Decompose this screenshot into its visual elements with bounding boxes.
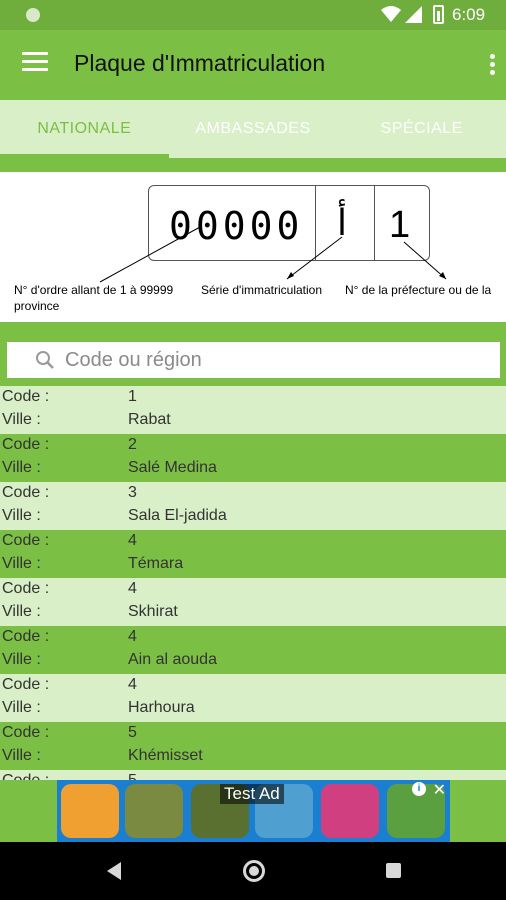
status-time: 6:09 xyxy=(452,5,486,24)
list-item[interactable]: Code :3 Ville : Sala El-jadida xyxy=(0,482,506,530)
item-ville: Skhirat xyxy=(128,603,178,620)
list-item[interactable]: Code :4 Ville : Harhoura xyxy=(0,674,506,722)
battery-icon xyxy=(433,5,444,24)
item-code: 2 xyxy=(128,436,137,453)
signal-icon xyxy=(405,6,422,23)
app-bar: Plaque d'Immatriculation xyxy=(0,30,506,100)
item-ville: Rabat xyxy=(128,411,171,428)
item-code: 4 xyxy=(128,580,137,597)
ad-game-icon xyxy=(61,784,119,838)
list-item[interactable]: Code :4 Ville : Skhirat xyxy=(0,578,506,626)
notification-icon xyxy=(26,8,40,22)
item-code: 4 xyxy=(128,676,137,693)
overflow-menu-icon[interactable] xyxy=(486,54,498,78)
tab-bar: NATIONALE AMBASSADES SPÉCIALE xyxy=(0,100,506,158)
ad-game-icon xyxy=(321,784,379,838)
plate-diagram: 00000 أ 1 N° d'ordre allant de 1 à 99999… xyxy=(0,172,506,322)
item-ville: Harhoura xyxy=(128,699,195,716)
list-item[interactable]: Code :4 Ville : Ain al aouda xyxy=(0,626,506,674)
ad-game-icon xyxy=(125,784,183,838)
item-ville: Salé Medina xyxy=(128,459,217,476)
tab-speciale[interactable]: SPÉCIALE xyxy=(337,100,506,158)
search-input[interactable] xyxy=(65,342,495,378)
system-nav-bar xyxy=(0,842,506,900)
close-icon[interactable]: ✕ xyxy=(433,780,446,800)
item-code: 4 xyxy=(128,532,137,549)
region-list: Code :1 Ville : Rabat Code :2 Ville : Salé… xyxy=(0,386,506,780)
list-item[interactable]: Code :1 Ville : Rabat xyxy=(0,386,506,434)
home-icon[interactable] xyxy=(243,860,265,882)
menu-icon[interactable] xyxy=(22,52,48,74)
ad-banner[interactable]: Test Ad i ✕ xyxy=(57,780,450,842)
item-ville: Témara xyxy=(128,555,184,572)
search-icon xyxy=(36,351,54,369)
item-ville: Khémisset xyxy=(128,747,203,764)
item-code: 1 xyxy=(128,388,137,405)
item-code: 5 xyxy=(128,772,137,780)
item-ville: Ain al aouda xyxy=(128,651,217,668)
item-code: 3 xyxy=(128,484,137,501)
label-prefecture: N° de la préfecture ou de la xyxy=(345,283,492,297)
wifi-icon xyxy=(381,6,401,22)
label-order: N° d'ordre allant de 1 à 99999 province xyxy=(14,283,174,313)
recent-apps-icon[interactable] xyxy=(386,863,401,878)
search-box xyxy=(7,342,500,378)
info-icon[interactable]: i xyxy=(412,782,426,796)
list-item[interactable]: Code :2 Ville : Salé Medina xyxy=(0,434,506,482)
list-item[interactable]: Code :5 Ville : xyxy=(0,770,506,780)
item-code: 4 xyxy=(128,628,137,645)
back-icon[interactable] xyxy=(107,862,121,880)
list-item[interactable]: Code :5 Ville : Khémisset xyxy=(0,722,506,770)
ad-label: Test Ad xyxy=(220,784,284,804)
label-series: Série d'immatriculation xyxy=(201,283,323,297)
tab-nationale[interactable]: NATIONALE xyxy=(0,100,169,158)
item-code: 5 xyxy=(128,724,137,741)
app-title: Plaque d'Immatriculation xyxy=(74,50,326,76)
list-item[interactable]: Code :4 Ville : Témara xyxy=(0,530,506,578)
tab-ambassades[interactable]: AMBASSADES xyxy=(169,100,338,158)
status-bar: 6:09 xyxy=(0,0,506,30)
item-ville: Sala El-jadida xyxy=(128,507,227,524)
